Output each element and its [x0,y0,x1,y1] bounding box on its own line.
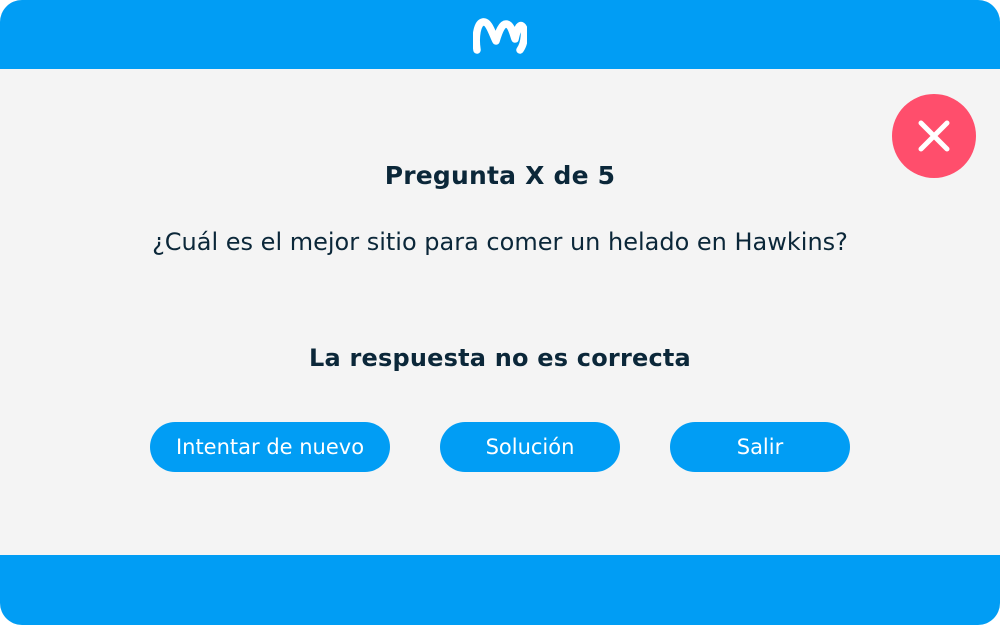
exit-button[interactable]: Salir [670,422,850,472]
retry-button[interactable]: Intentar de nuevo [150,422,390,472]
movistar-m-logo-icon [473,18,527,54]
question-counter-title: Pregunta X de 5 [384,161,616,190]
solution-button[interactable]: Solución [440,422,620,472]
question-text: ¿Cuál es el mejor sitio para comer un he… [152,228,848,256]
header-bar [0,0,1000,69]
footer-bar [0,555,1000,625]
close-icon [918,120,950,152]
quiz-dialog: Pregunta X de 5 ¿Cuál es el mejor sitio … [0,0,1000,625]
result-message: La respuesta no es correcta [309,344,691,372]
